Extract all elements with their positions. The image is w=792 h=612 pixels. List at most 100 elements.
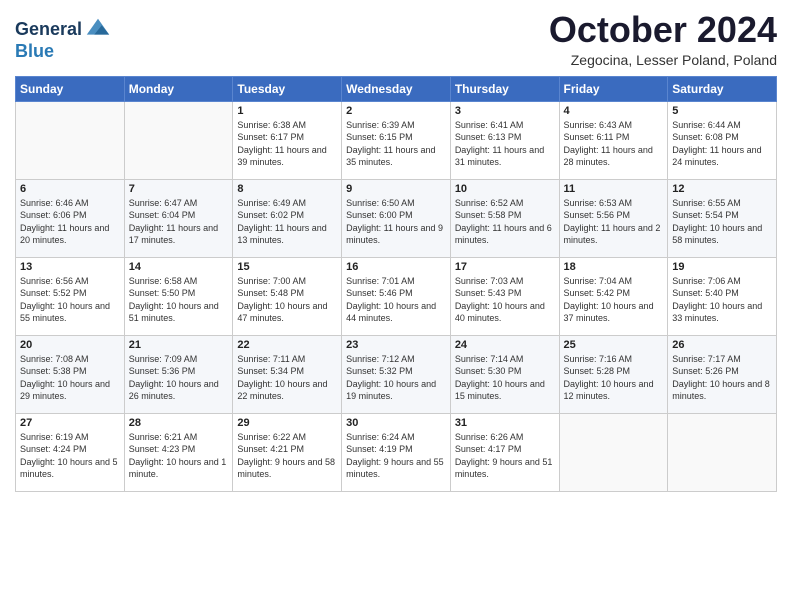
logo-text-blue: Blue	[15, 42, 112, 62]
day-number: 17	[455, 261, 555, 273]
day-info: Sunrise: 6:49 AM Sunset: 6:02 PM Dayligh…	[237, 197, 337, 247]
week-row-3: 13Sunrise: 6:56 AM Sunset: 5:52 PM Dayli…	[16, 257, 777, 335]
day-number: 4	[564, 105, 664, 117]
day-number: 11	[564, 183, 664, 195]
day-number: 13	[20, 261, 120, 273]
calendar-cell: 13Sunrise: 6:56 AM Sunset: 5:52 PM Dayli…	[16, 257, 125, 335]
week-row-1: 1Sunrise: 6:38 AM Sunset: 6:17 PM Daylig…	[16, 101, 777, 179]
calendar-cell: 18 Sunrise: 7:04 AM Sunset: 5:42 PM Dayli…	[559, 257, 668, 335]
weekday-header-tuesday: Tuesday	[233, 76, 342, 101]
calendar-cell: 24 Sunrise: 7:14 AM Sunset: 5:30 PM Dayli…	[450, 335, 559, 413]
day-number: 8	[237, 183, 337, 195]
day-info: Sunrise: 6:43 AM Sunset: 6:11 PM Dayligh…	[564, 119, 664, 169]
calendar-cell: 25Sunrise: 7:16 AM Sunset: 5:28 PM Dayli…	[559, 335, 668, 413]
day-info: Sunrise: 6:55 AM Sunset: 5:54 PM Dayligh…	[672, 197, 772, 247]
day-number: 14	[129, 261, 229, 273]
calendar-cell: 20 Sunrise: 7:08 AM Sunset: 5:38 PM Dayli…	[16, 335, 125, 413]
day-info: Sunrise: 6:44 AM Sunset: 6:08 PM Dayligh…	[672, 119, 772, 169]
day-number: 9	[346, 183, 446, 195]
calendar-cell: 4 Sunrise: 6:43 AM Sunset: 6:11 PM Daylig…	[559, 101, 668, 179]
day-number: 3	[455, 105, 555, 117]
calendar-cell	[559, 413, 668, 491]
day-number: 21	[129, 339, 229, 351]
day-info: Sunrise: 7:08 AM Sunset: 5:38 PM Dayligh…	[20, 353, 120, 403]
location-subtitle: Zegocina, Lesser Poland, Poland	[549, 52, 777, 68]
calendar-cell: 8 Sunrise: 6:49 AM Sunset: 6:02 PM Daylig…	[233, 179, 342, 257]
calendar-cell: 5 Sunrise: 6:44 AM Sunset: 6:08 PM Daylig…	[668, 101, 777, 179]
week-row-5: 27 Sunrise: 6:19 AM Sunset: 4:24 PM Dayli…	[16, 413, 777, 491]
calendar-cell: 14 Sunrise: 6:58 AM Sunset: 5:50 PM Dayli…	[124, 257, 233, 335]
calendar-cell	[668, 413, 777, 491]
day-number: 30	[346, 417, 446, 429]
day-number: 19	[672, 261, 772, 273]
day-info: Sunrise: 6:52 AM Sunset: 5:58 PM Dayligh…	[455, 197, 555, 247]
day-number: 24	[455, 339, 555, 351]
day-info: Sunrise: 7:14 AM Sunset: 5:30 PM Dayligh…	[455, 353, 555, 403]
calendar-cell: 6 Sunrise: 6:46 AM Sunset: 6:06 PM Daylig…	[16, 179, 125, 257]
calendar-cell: 15 Sunrise: 7:00 AM Sunset: 5:48 PM Dayli…	[233, 257, 342, 335]
day-info: Sunrise: 7:11 AM Sunset: 5:34 PM Dayligh…	[237, 353, 337, 403]
day-info: Sunrise: 6:41 AM Sunset: 6:13 PM Dayligh…	[455, 119, 555, 169]
calendar-cell: 31 Sunrise: 6:26 AM Sunset: 4:17 PM Dayli…	[450, 413, 559, 491]
day-number: 20	[20, 339, 120, 351]
day-info: Sunrise: 7:12 AM Sunset: 5:32 PM Dayligh…	[346, 353, 446, 403]
day-info: Sunrise: 6:53 AM Sunset: 5:56 PM Dayligh…	[564, 197, 664, 247]
weekday-header-friday: Friday	[559, 76, 668, 101]
weekday-header-saturday: Saturday	[668, 76, 777, 101]
calendar-cell: 9 Sunrise: 6:50 AM Sunset: 6:00 PM Daylig…	[342, 179, 451, 257]
logo-icon	[84, 16, 112, 44]
calendar-cell: 3 Sunrise: 6:41 AM Sunset: 6:13 PM Daylig…	[450, 101, 559, 179]
weekday-header-row: SundayMondayTuesdayWednesdayThursdayFrid…	[16, 76, 777, 101]
week-row-4: 20 Sunrise: 7:08 AM Sunset: 5:38 PM Dayli…	[16, 335, 777, 413]
calendar-cell	[124, 101, 233, 179]
day-info: Sunrise: 6:19 AM Sunset: 4:24 PM Dayligh…	[20, 431, 120, 481]
day-number: 28	[129, 417, 229, 429]
calendar-cell: 23Sunrise: 7:12 AM Sunset: 5:32 PM Dayli…	[342, 335, 451, 413]
day-info: Sunrise: 6:39 AM Sunset: 6:15 PM Dayligh…	[346, 119, 446, 169]
month-title: October 2024	[549, 10, 777, 50]
day-info: Sunrise: 6:50 AM Sunset: 6:00 PM Dayligh…	[346, 197, 446, 247]
day-info: Sunrise: 7:00 AM Sunset: 5:48 PM Dayligh…	[237, 275, 337, 325]
calendar-cell: 17 Sunrise: 7:03 AM Sunset: 5:43 PM Dayli…	[450, 257, 559, 335]
day-info: Sunrise: 7:01 AM Sunset: 5:46 PM Dayligh…	[346, 275, 446, 325]
day-info: Sunrise: 7:06 AM Sunset: 5:40 PM Dayligh…	[672, 275, 772, 325]
calendar-cell: 2 Sunrise: 6:39 AM Sunset: 6:15 PM Daylig…	[342, 101, 451, 179]
day-number: 10	[455, 183, 555, 195]
calendar-cell: 16Sunrise: 7:01 AM Sunset: 5:46 PM Dayli…	[342, 257, 451, 335]
day-number: 15	[237, 261, 337, 273]
day-info: Sunrise: 6:26 AM Sunset: 4:17 PM Dayligh…	[455, 431, 555, 481]
day-number: 5	[672, 105, 772, 117]
day-number: 29	[237, 417, 337, 429]
day-info: Sunrise: 7:03 AM Sunset: 5:43 PM Dayligh…	[455, 275, 555, 325]
calendar-cell: 10 Sunrise: 6:52 AM Sunset: 5:58 PM Dayli…	[450, 179, 559, 257]
day-info: Sunrise: 6:58 AM Sunset: 5:50 PM Dayligh…	[129, 275, 229, 325]
day-info: Sunrise: 6:38 AM Sunset: 6:17 PM Dayligh…	[237, 119, 337, 169]
day-number: 31	[455, 417, 555, 429]
day-number: 6	[20, 183, 120, 195]
day-info: Sunrise: 6:46 AM Sunset: 6:06 PM Dayligh…	[20, 197, 120, 247]
day-number: 26	[672, 339, 772, 351]
day-number: 18	[564, 261, 664, 273]
day-info: Sunrise: 6:21 AM Sunset: 4:23 PM Dayligh…	[129, 431, 229, 481]
day-number: 25	[564, 339, 664, 351]
day-info: Sunrise: 6:47 AM Sunset: 6:04 PM Dayligh…	[129, 197, 229, 247]
calendar-cell: 1Sunrise: 6:38 AM Sunset: 6:17 PM Daylig…	[233, 101, 342, 179]
calendar-page: General Blue October 2024 Zegocina, Less…	[0, 0, 792, 612]
calendar-table: SundayMondayTuesdayWednesdayThursdayFrid…	[15, 76, 777, 492]
title-block: October 2024 Zegocina, Lesser Poland, Po…	[549, 10, 777, 68]
day-number: 12	[672, 183, 772, 195]
day-info: Sunrise: 7:17 AM Sunset: 5:26 PM Dayligh…	[672, 353, 772, 403]
calendar-cell: 30Sunrise: 6:24 AM Sunset: 4:19 PM Dayli…	[342, 413, 451, 491]
header: General Blue October 2024 Zegocina, Less…	[15, 10, 777, 68]
day-number: 27	[20, 417, 120, 429]
calendar-cell: 21Sunrise: 7:09 AM Sunset: 5:36 PM Dayli…	[124, 335, 233, 413]
calendar-cell: 27 Sunrise: 6:19 AM Sunset: 4:24 PM Dayli…	[16, 413, 125, 491]
logo-text-general: General	[15, 20, 82, 40]
day-number: 2	[346, 105, 446, 117]
calendar-cell: 19 Sunrise: 7:06 AM Sunset: 5:40 PM Dayli…	[668, 257, 777, 335]
calendar-cell: 12 Sunrise: 6:55 AM Sunset: 5:54 PM Dayli…	[668, 179, 777, 257]
calendar-cell: 26 Sunrise: 7:17 AM Sunset: 5:26 PM Dayli…	[668, 335, 777, 413]
day-number: 22	[237, 339, 337, 351]
calendar-cell: 22 Sunrise: 7:11 AM Sunset: 5:34 PM Dayli…	[233, 335, 342, 413]
day-info: Sunrise: 7:04 AM Sunset: 5:42 PM Dayligh…	[564, 275, 664, 325]
